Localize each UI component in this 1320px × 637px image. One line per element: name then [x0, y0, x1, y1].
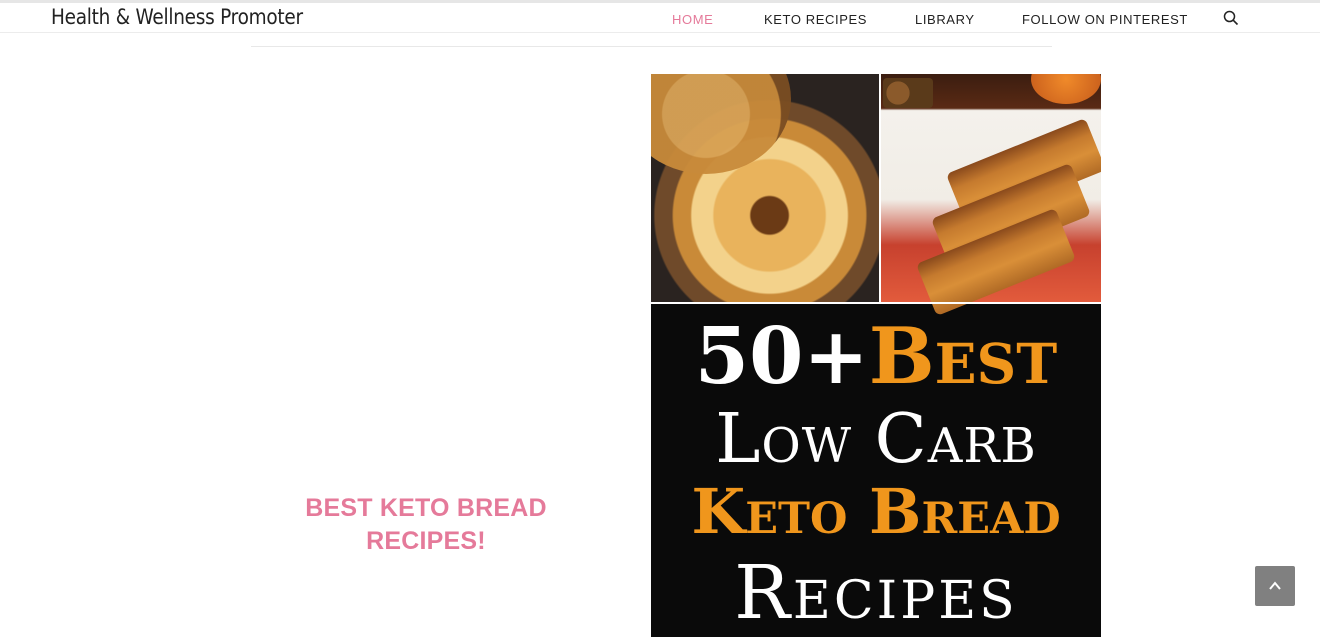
pin-text-line1: 50+Best: [651, 310, 1101, 404]
pecans-bowl: [883, 78, 933, 108]
pumpkin-bread-photo: [881, 74, 1101, 317]
bagel-photo-detail: [651, 74, 791, 174]
site-title[interactable]: Health & Wellness Promoter: [51, 5, 303, 29]
nav-item-home[interactable]: HOME: [672, 12, 713, 27]
pin-text-count: 50+: [694, 311, 869, 402]
photo-divider-horizontal: [651, 302, 1101, 304]
pin-text-line2: Low Carb: [715, 400, 1037, 479]
nav-item-keto-recipes[interactable]: KETO RECIPES: [764, 12, 867, 27]
content-divider: [251, 46, 1052, 47]
scroll-to-top-button[interactable]: [1255, 566, 1295, 606]
promo-heading[interactable]: BEST KETO BREAD RECIPES!: [251, 492, 601, 558]
nav-item-follow-on-pinterest[interactable]: FOLLOW ON PINTEREST: [1022, 12, 1188, 27]
promo-heading-line2: RECIPES!: [366, 527, 486, 555]
photo-divider-vertical: [879, 74, 881, 302]
search-icon[interactable]: [1223, 10, 1239, 26]
pumpkin-decoration: [1031, 74, 1101, 104]
site-header: Health & Wellness Promoter HOME KETO REC…: [0, 3, 1320, 33]
bagel-photo: [651, 74, 879, 302]
pin-text-line3: Keto Bread: [691, 475, 1061, 548]
pin-text-best: Best: [868, 311, 1058, 402]
promo-heading-line1: BEST KETO BREAD: [305, 494, 547, 522]
pin-text-line4: Recipes: [734, 550, 1018, 636]
nav-item-library[interactable]: LIBRARY: [915, 12, 975, 27]
keto-bread-pin-image[interactable]: 50+Best Low Carb Keto Bread Recipes: [651, 74, 1101, 637]
chevron-up-icon: [1269, 581, 1281, 590]
